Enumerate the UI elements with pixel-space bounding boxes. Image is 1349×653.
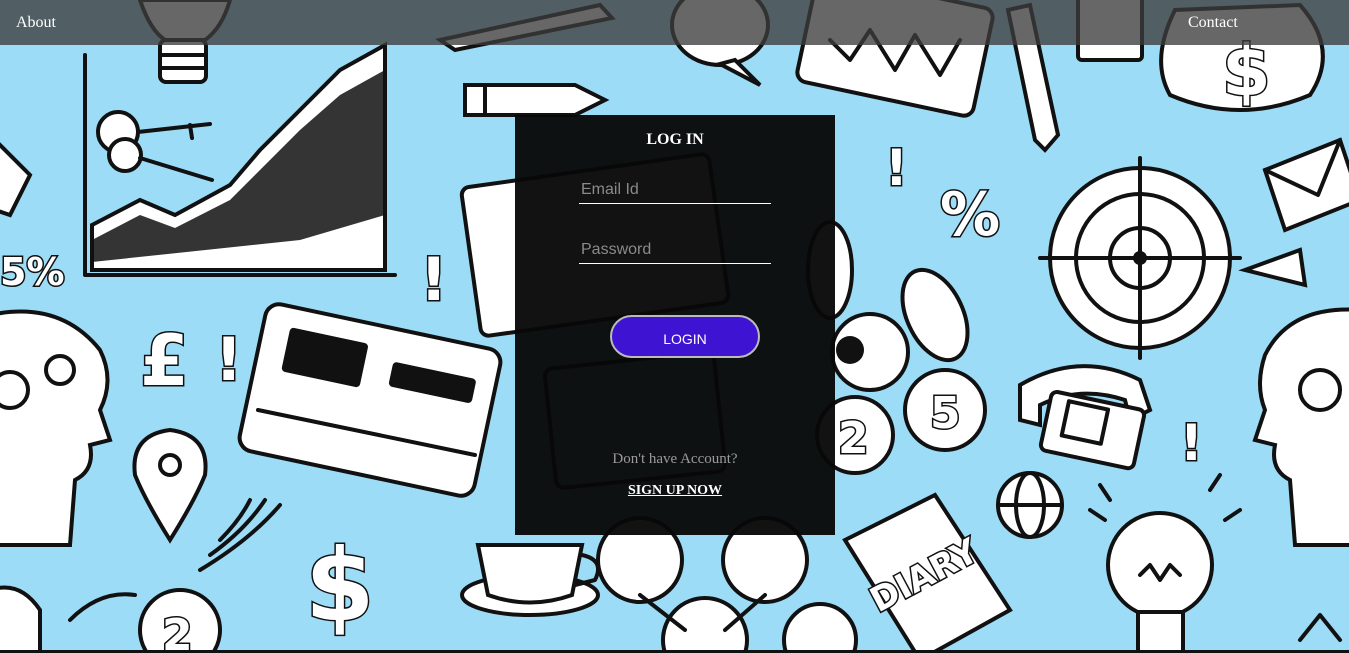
globe-icon — [996, 471, 1064, 539]
target-icon — [1038, 156, 1242, 360]
nav-contact-link[interactable]: Contact — [1188, 14, 1238, 32]
lightbulb-icon — [1106, 511, 1214, 653]
login-page: 5% $ % ! ! ! ! 5 2 £ $ 2 DIARY About Con… — [0, 0, 1349, 653]
telephone-icon — [1018, 364, 1153, 471]
coffee-cup-icon — [460, 543, 600, 617]
svg-text:$: $ — [305, 527, 375, 644]
location-pin-icon — [132, 427, 208, 544]
email-field[interactable] — [579, 176, 771, 204]
key-icon — [96, 110, 214, 182]
password-field[interactable] — [579, 236, 771, 264]
head-gears-icon — [1252, 307, 1349, 547]
svg-text:2: 2 — [838, 413, 869, 464]
head-gears-icon — [0, 309, 113, 547]
login-button[interactable]: LOGIN — [610, 315, 760, 358]
svg-text:5%: 5% — [0, 250, 65, 294]
svg-text:!: ! — [215, 325, 242, 395]
svg-text:5: 5 — [930, 388, 961, 439]
nav-about-link[interactable]: About — [16, 14, 56, 32]
svg-text:!: ! — [420, 245, 447, 315]
svg-text:!: ! — [885, 139, 908, 197]
signup-link[interactable]: SIGN UP NOW — [515, 483, 835, 499]
envelope-icon — [0, 142, 33, 218]
svg-text:!: ! — [1180, 414, 1203, 472]
login-title: LOG IN — [646, 131, 704, 148]
envelope-icon — [1262, 137, 1349, 233]
top-navbar: About Contact — [0, 0, 1349, 45]
svg-text:%: % — [940, 180, 1000, 250]
diary-icon: DIARY — [842, 492, 1013, 653]
svg-text:2: 2 — [162, 610, 193, 653]
svg-text:£: £ — [140, 320, 189, 402]
pencil-icon — [463, 83, 610, 117]
no-account-text: Don't have Account? — [612, 451, 738, 467]
login-panel: LOG IN LOGIN Don't have Account? SIGN UP… — [515, 115, 835, 535]
credit-card-icon — [237, 302, 503, 498]
